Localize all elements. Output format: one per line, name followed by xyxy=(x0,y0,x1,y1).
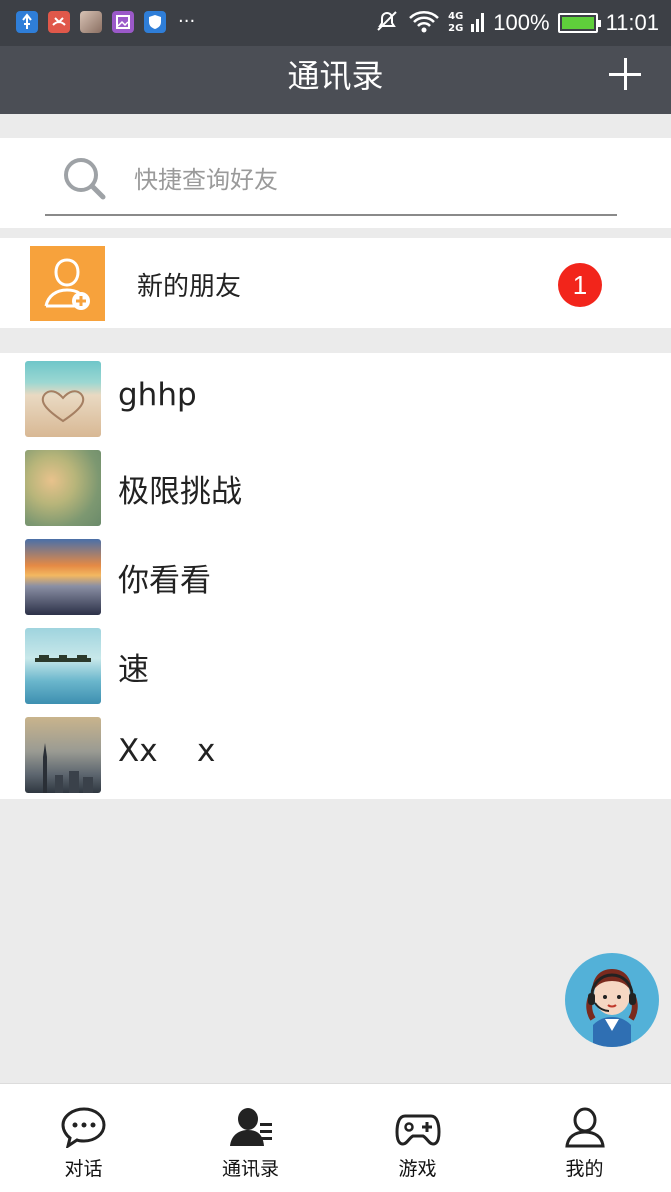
list-item[interactable]: 你看看 xyxy=(0,531,671,620)
customer-service-icon[interactable] xyxy=(565,953,659,1047)
tab-label: 我的 xyxy=(565,1158,604,1180)
notification-badge: 1 xyxy=(558,263,602,307)
tab-games[interactable]: 游戏 xyxy=(334,1084,501,1192)
tab-contacts[interactable]: 通讯录 xyxy=(167,1084,334,1192)
battery-percent: 100% xyxy=(493,10,550,35)
tab-label: 游戏 xyxy=(398,1158,437,1180)
chat-bubble-icon xyxy=(61,1107,106,1148)
contact-name: 速 xyxy=(118,652,149,688)
search-icon xyxy=(64,158,106,200)
signal-icon xyxy=(471,8,485,38)
battery-fill xyxy=(561,17,594,29)
new-friends-label: 新的朋友 xyxy=(137,272,242,302)
contact-name: Xx x xyxy=(118,733,216,769)
more-notifications-icon: ··· xyxy=(178,11,196,32)
contact-name: 极限挑战 xyxy=(118,474,242,510)
status-bar: ··· 4G 2G 100% 11:01 xyxy=(0,0,671,46)
tab-chats[interactable]: 对话 xyxy=(0,1084,167,1192)
plus-icon[interactable] xyxy=(607,56,643,92)
tab-label: 对话 xyxy=(64,1158,103,1180)
list-item[interactable]: 速 xyxy=(0,620,671,709)
sunrise-avatar xyxy=(25,539,101,615)
contact-name: ghhp xyxy=(118,377,197,413)
search-underline xyxy=(45,214,617,216)
battery-icon xyxy=(557,13,601,33)
network-type: 4G 2G xyxy=(448,11,463,35)
wifi-icon xyxy=(408,8,440,38)
network-4g: 4G xyxy=(448,11,464,22)
tab-label: 通讯录 xyxy=(221,1158,279,1180)
search-bar xyxy=(0,138,671,228)
photo-notification-icon xyxy=(80,11,102,33)
add-user-icon xyxy=(30,246,105,321)
missed-call-icon xyxy=(48,11,70,33)
search-input[interactable] xyxy=(122,160,592,200)
gamepad-icon xyxy=(395,1114,441,1146)
header: 通讯录 xyxy=(0,46,671,114)
usb-icon xyxy=(16,11,38,33)
mute-icon xyxy=(374,8,400,38)
shield-icon xyxy=(144,11,166,33)
list-item[interactable]: ghhp xyxy=(0,353,671,442)
network-2g: 2G xyxy=(448,23,464,34)
profile-icon xyxy=(565,1107,605,1148)
new-friends-row[interactable]: 新的朋友 1 xyxy=(0,238,671,328)
contact-list: ghhp 极限挑战 你看看 速 Xx x xyxy=(0,353,671,799)
gallery-icon xyxy=(112,11,134,33)
city-avatar xyxy=(25,717,101,793)
sky-avatar xyxy=(25,628,101,704)
bottom-nav: 对话 通讯录 游戏 我的 xyxy=(0,1083,671,1192)
blossom-avatar xyxy=(25,450,101,526)
clock: 11:01 xyxy=(605,10,659,35)
page-title: 通讯录 xyxy=(287,57,384,95)
list-item[interactable]: 极限挑战 xyxy=(0,442,671,531)
tab-profile[interactable]: 我的 xyxy=(501,1084,668,1192)
contact-name: 你看看 xyxy=(118,563,211,599)
beach-heart-avatar xyxy=(25,361,101,437)
list-item[interactable]: Xx x xyxy=(0,709,671,798)
contacts-icon xyxy=(230,1108,272,1146)
